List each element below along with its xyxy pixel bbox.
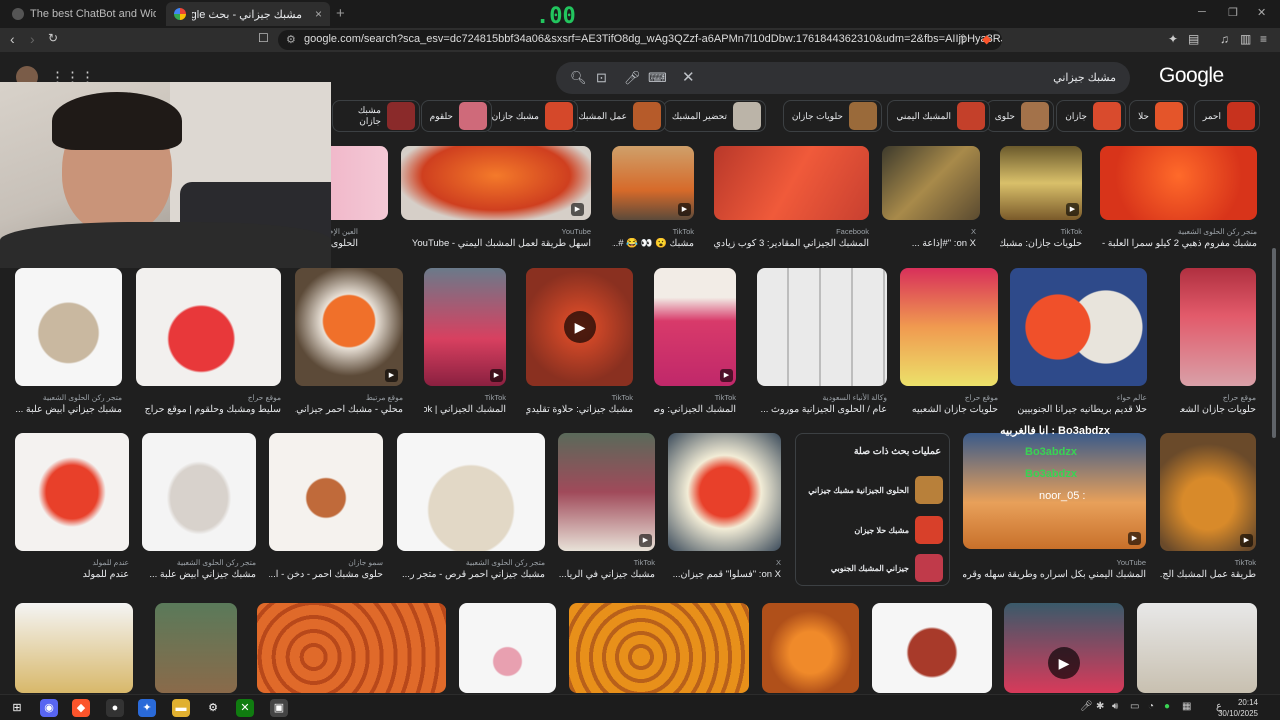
sidebar-icon[interactable]: ▥ xyxy=(1240,32,1251,46)
chat-line: انا فالغربيه : Bo3abdzx xyxy=(1000,425,1110,437)
chip[interactable]: مشبك جازان xyxy=(332,100,420,132)
stream-chat-overlay: انا فالغربيه : Bo3abdzx Bo3abdzx Bo3abdz… xyxy=(955,420,1280,540)
related-heading: عمليات بحث ذات صلة xyxy=(853,446,941,457)
chip[interactable]: حلويات جازان xyxy=(782,100,882,132)
lens-icon[interactable]: ⊡ xyxy=(596,70,607,86)
video-icon: ▶ xyxy=(639,534,652,547)
site-settings-icon[interactable]: ⚙ xyxy=(286,33,296,46)
discord-icon[interactable]: ◉ xyxy=(40,699,58,717)
minimize-icon[interactable]: ─ xyxy=(1198,6,1206,18)
search-box[interactable]: 🔍︎ ⊡ 🎤︎ ⌨ ✕ مشبك جيزاني xyxy=(556,62,1130,94)
brave-icon[interactable]: ◆ xyxy=(72,699,90,717)
chip[interactable]: حلقوم xyxy=(420,100,492,132)
back-icon[interactable]: ‹ xyxy=(10,31,15,47)
address-toolbar: ‹ › ↻ ☐ ⚙ google.com/search?sca_esv=dc72… xyxy=(0,28,1280,52)
app-icon[interactable]: ✦ xyxy=(138,699,156,717)
video-icon: ▶ xyxy=(678,203,691,216)
keyboard-icon[interactable]: ⌨ xyxy=(648,70,667,86)
terminal-icon[interactable]: ▣ xyxy=(270,699,288,717)
system-clock[interactable]: 20:14 30/10/2025 xyxy=(1218,697,1258,719)
maximize-icon[interactable]: ❐ xyxy=(1228,6,1238,19)
volume-icon[interactable]: 🔊︎ xyxy=(1112,701,1118,712)
mic-icon[interactable]: 🎤︎ xyxy=(1080,701,1093,712)
chip[interactable]: حلا xyxy=(1129,100,1188,132)
tab-bar: The best ChatBot and Widgets for Ki مشبك… xyxy=(0,0,1280,29)
chip[interactable]: تحضير المشبك xyxy=(662,100,766,132)
address-bar[interactable]: ⚙ google.com/search?sca_esv=dc724815bbf3… xyxy=(278,30,1002,50)
bluetooth-icon[interactable]: ✱ xyxy=(1096,701,1104,712)
close-window-icon[interactable]: ✕ xyxy=(1257,6,1266,19)
google-favicon-icon xyxy=(174,8,186,20)
url-text: google.com/search?sca_esv=dc724815bbf34a… xyxy=(304,33,1002,45)
related-item[interactable]: مشبك حلا جيزان xyxy=(801,514,943,546)
clear-icon[interactable]: ✕ xyxy=(682,68,695,86)
folder-icon[interactable]: ▬ xyxy=(172,699,190,717)
menu-icon[interactable]: ≡ xyxy=(1260,32,1267,46)
chip[interactable]: مشبك جازان xyxy=(482,100,578,132)
forward-icon[interactable]: › xyxy=(30,31,35,47)
search-icon[interactable]: 🔍︎ xyxy=(570,70,587,86)
chip[interactable]: احمر xyxy=(1193,100,1260,132)
chip[interactable]: جازان xyxy=(1056,100,1126,132)
site-favicon-icon xyxy=(12,8,24,20)
related-item[interactable]: الحلوى الجيزانية مشبك جيزاني xyxy=(801,474,943,506)
chat-line: noor_05 : xyxy=(1039,490,1086,502)
tab-chatbot[interactable]: The best ChatBot and Widgets for Ki xyxy=(4,2,164,26)
video-icon: ▶ xyxy=(1066,203,1079,216)
chip[interactable]: المشبك اليمني xyxy=(887,100,990,132)
settings-icon[interactable]: ⚙ xyxy=(204,699,222,717)
chat-line: Bo3abdzx xyxy=(1025,446,1077,458)
play-icon: ▶ xyxy=(564,311,596,343)
extensions-icon[interactable]: ✦ xyxy=(1168,32,1178,46)
brave-shield-icon[interactable]: ◆ xyxy=(982,32,991,46)
video-icon: ▶ xyxy=(385,369,398,382)
network-icon[interactable]: ◔ xyxy=(1148,701,1154,712)
timer-readout: .00 xyxy=(536,4,576,29)
tab-title: مشبك جيزاني - بحث Google xyxy=(192,8,302,21)
new-tab-button[interactable]: + xyxy=(336,5,345,22)
related-item[interactable]: جيزاني المشبك الجنوبي xyxy=(801,552,943,584)
play-icon: ▶ xyxy=(1048,647,1080,679)
filter-chips: احمر حلا جازان حلوى المشبك اليمني حلويات… xyxy=(332,100,1260,134)
chip[interactable]: عمل المشبك xyxy=(569,100,666,132)
chat-line: Bo3abdzx xyxy=(1025,468,1077,480)
keyboard-tray-icon[interactable]: ▦ xyxy=(1182,701,1191,712)
video-icon: ▶ xyxy=(720,369,733,382)
page-scrollbar[interactable] xyxy=(1272,248,1276,438)
related-searches-panel: عمليات بحث ذات صلة الحلوى الجيزانية مشبك… xyxy=(795,433,950,586)
google-logo[interactable]: Google xyxy=(1159,64,1224,88)
xbox-tray-icon[interactable]: ● xyxy=(1164,701,1170,712)
close-tab-icon[interactable]: × xyxy=(315,7,322,21)
tab-title: The best ChatBot and Widgets for Ki xyxy=(30,8,156,20)
chip[interactable]: حلوى xyxy=(985,100,1054,132)
bookmark-icon[interactable]: ☐ xyxy=(258,31,269,45)
reader-icon[interactable]: ▤ xyxy=(1188,32,1199,46)
search-query: مشبك جيزاني xyxy=(1053,72,1116,84)
video-icon: ▶ xyxy=(490,369,503,382)
start-icon[interactable]: ⊞ xyxy=(8,699,26,717)
display-icon[interactable]: ▭ xyxy=(1130,701,1139,712)
obs-icon[interactable]: ● xyxy=(106,699,124,717)
mic-icon[interactable]: 🎤︎ xyxy=(624,70,641,86)
tab-google-search[interactable]: مشبك جيزاني - بحث Google × xyxy=(166,2,330,26)
media-icon[interactable]: ♫ xyxy=(1220,32,1229,46)
xbox-icon[interactable]: ✕ xyxy=(236,699,254,717)
video-icon: ▶ xyxy=(571,203,584,216)
share-icon[interactable]: ⇪ xyxy=(958,32,968,46)
reload-icon[interactable]: ↻ xyxy=(48,31,58,45)
webcam-feed xyxy=(0,82,331,268)
taskbar: ⊞ ◉ ◆ ● ✦ ▬ ⚙ ✕ ▣ 🎤︎ ✱ 🔊︎ ▭ ◔ ● ▦ ع 20:1… xyxy=(0,694,1280,720)
